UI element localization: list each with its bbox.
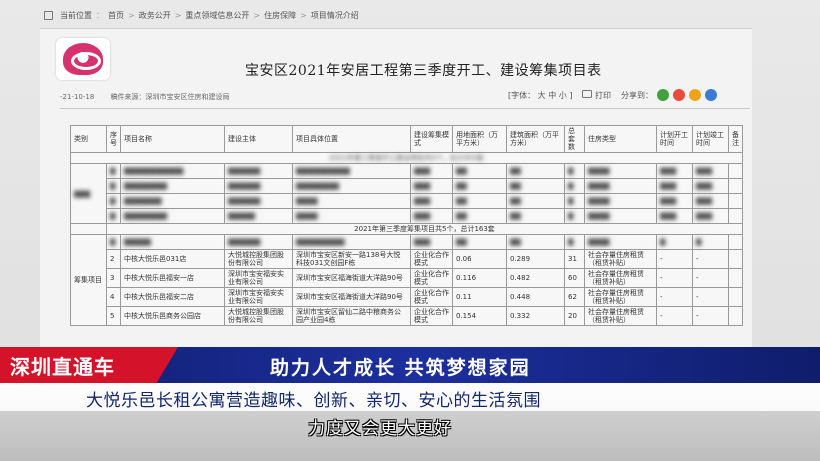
headline: 助力人才成长 共筑梦想家园: [270, 357, 531, 379]
blurred-row: ▇▇▇▇▇▇▇▇▇▇▇▇▇▇▇▇▇▇▇▇▇▇▇▇▇▇▇▇▇▇▇▇▇▇▇▇: [71, 208, 743, 224]
column-header: 计划开工时间: [656, 125, 693, 153]
article-meta: -21-10-18 稿件来源：深圳市宝安区住房和建设局: [60, 92, 244, 102]
font-size-large[interactable]: 大: [538, 91, 546, 100]
font-size-medium[interactable]: 中: [548, 91, 556, 100]
subline: 大悦乐邑长租公寓营造趣味、创新、亲切、安心的生活氛围: [86, 391, 541, 411]
font-size-small[interactable]: 小: [559, 91, 567, 100]
printer-icon: [582, 89, 593, 98]
breadcrumb: 当前位置： 首页 > 政务公开 > 重点领域信息公开 > 住房保障 > 项目情况介绍: [44, 10, 359, 21]
section-title: 2021年第三季度开工建设项目共4个，总计955套: [70, 152, 743, 164]
project-table: 类别 序号 项目名称 建设主体 项目具体位置 建设筹集模式 用地面积（万平方米）…: [70, 125, 743, 326]
speech-caption: 力度又会更大更好: [308, 419, 452, 439]
table-row: 4 中核大悦乐邑福安二店 深圳市宝安福安实业有限公司 深圳市宝安区福海街道大洋路90号…: [71, 287, 743, 307]
blurred-row: ▇▇▇▇▇▇▇▇▇▇▇▇▇▇▇▇▇▇▇▇▇▇▇▇▇▇▇▇▇▇▇▇▇▇▇▇▇▇▇▇…: [70, 163, 743, 224]
breadcrumb-item[interactable]: 住房保障: [264, 10, 296, 21]
wechat-icon[interactable]: [656, 89, 669, 101]
weibo-icon[interactable]: [672, 89, 685, 101]
divider: [60, 108, 750, 109]
column-header: 总套数: [564, 125, 585, 153]
table-row: 5 中核大悦乐邑商务公园店 大悦城控股集团股份有限公司 深圳市宝安区留仙二路中粮商务公…: [71, 306, 743, 326]
table-row: 3 中核大悦乐邑福安一店 深圳市宝安福安实业有限公司 深圳市宝安区福海街道大洋路90号…: [71, 268, 743, 288]
font-size-control: [字体： 大 中 小 ]: [508, 90, 573, 100]
column-header: 项目具体位置: [292, 125, 411, 153]
font-size-label: [字体：: [508, 90, 536, 100]
column-header: 建筑面积（万平方米）: [506, 125, 565, 153]
home-icon: [44, 11, 53, 20]
breadcrumb-item[interactable]: 政务公开: [139, 10, 171, 21]
column-header: 项目名称: [120, 125, 225, 153]
section-row: 2021年第三季度开工建设项目共4个，总计955套: [70, 152, 743, 164]
page-title: 宝安区2021年安居工程第三季度开工、建设筹集项目表: [245, 63, 602, 79]
column-header: 备注: [728, 125, 743, 153]
print-button[interactable]: 打印: [582, 89, 611, 101]
column-header: 用地面积（万平方米）: [452, 125, 507, 153]
table-header-row: 类别 序号 项目名称 建设主体 项目具体位置 建设筹集模式 用地面积（万平方米）…: [70, 125, 743, 153]
column-header: 建设筹集模式: [410, 125, 453, 153]
program-tag: 深圳直通车: [0, 347, 178, 383]
column-header: 建设主体: [224, 125, 293, 153]
breadcrumb-item[interactable]: 首页: [108, 10, 124, 21]
column-header: 类别: [70, 125, 107, 153]
blurred-row: ▇▇▇▇▇▇▇▇▇▇▇▇▇▇▇▇▇▇▇▇▇▇▇▇▇▇▇▇▇▇▇▇▇▇▇▇▇▇▇▇…: [71, 178, 743, 194]
column-header: 住房类型: [584, 125, 657, 153]
column-header: 序号: [106, 125, 121, 153]
section-title: 2021年第三季度筹集项目共5个，总计163套: [106, 223, 743, 235]
column-header: 计划竣工时间: [692, 125, 729, 153]
share-label: 分享到：: [620, 90, 653, 100]
category-cell: 筹集项目: [70, 234, 107, 326]
station-logo: [56, 38, 110, 80]
share-bar: 分享到：: [621, 89, 717, 101]
breadcrumb-item[interactable]: 项目情况介绍: [311, 10, 359, 21]
table-row: 2 中核大悦乐邑031店 大悦城控股集团股份有限公司 深圳市宝安区新安一路138号大悦…: [71, 249, 743, 269]
blurred-row: 筹集项目 ▇ ▇▇▇▇▇ ▇▇▇▇▇▇ ▇▇▇▇▇▇▇▇▇ ▇▇▇ ▇▇ ▇▇ ▇ ▇▇▇▇ ▇ ▇: [70, 234, 743, 326]
qzone-icon[interactable]: [688, 89, 701, 101]
article-source: 稿件来源：深圳市宝安区住房和建设局: [110, 93, 230, 101]
article-tools: [字体： 大 中 小 ] 打印 分享到：: [508, 89, 717, 101]
section-row: 2021年第三季度筹集项目共5个，总计163套: [70, 223, 743, 235]
more-share-icon[interactable]: [704, 89, 717, 101]
publish-date: -21-10-18: [60, 93, 95, 101]
breadcrumb-label: 当前位置: [60, 11, 92, 20]
breadcrumb-item[interactable]: 重点领域信息公开: [185, 10, 249, 21]
logo-icon: [63, 43, 103, 75]
blurred-row: ▇▇▇▇▇▇▇▇▇▇▇▇▇▇▇▇▇▇▇▇▇▇▇▇▇▇▇▇▇▇▇▇▇▇▇▇: [71, 193, 743, 209]
